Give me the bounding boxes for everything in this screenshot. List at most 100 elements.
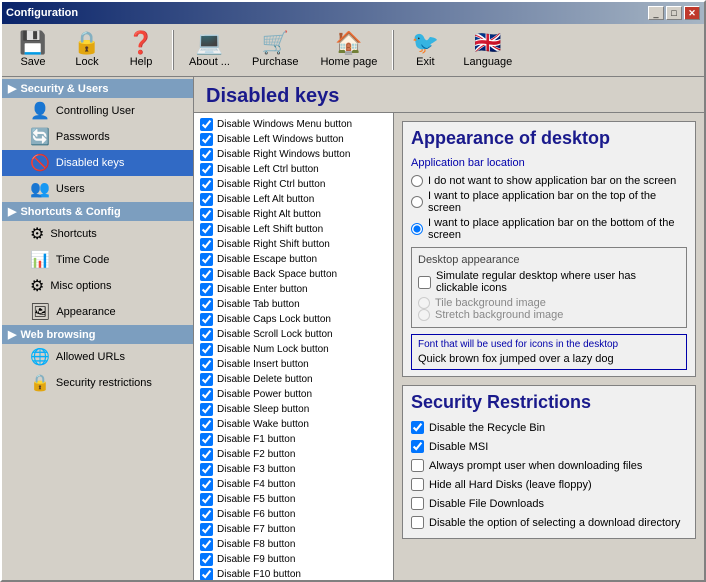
- security-checkbox-5[interactable]: [411, 516, 424, 529]
- toolbar-btn-save[interactable]: 💾Save: [8, 28, 58, 72]
- key-checkbox-6[interactable]: [200, 208, 213, 221]
- radio-label-bottom-bar: I want to place application bar on the b…: [428, 217, 687, 241]
- key-item: Disable Right Shift button: [198, 237, 389, 252]
- save-icon: 💾: [19, 32, 46, 54]
- key-item: Disable F8 button: [198, 537, 389, 552]
- sidebar-item-controlling-user[interactable]: 👤Controlling User: [2, 98, 193, 124]
- simulate-item: Simulate regular desktop where user has …: [418, 270, 680, 294]
- key-checkbox-4[interactable]: [200, 178, 213, 191]
- toolbar-btn-language[interactable]: 🇬🇧Language: [454, 28, 521, 72]
- tile-radio[interactable]: [418, 297, 430, 309]
- key-checkbox-14[interactable]: [200, 328, 213, 341]
- key-checkbox-15[interactable]: [200, 343, 213, 356]
- key-checkbox-10[interactable]: [200, 268, 213, 281]
- key-checkbox-17[interactable]: [200, 373, 213, 386]
- sidebar-item-disabled-keys[interactable]: 🚫Disabled keys: [2, 150, 193, 176]
- key-checkbox-29[interactable]: [200, 553, 213, 566]
- section-header-security-users[interactable]: ▶Security & Users: [2, 79, 193, 98]
- key-checkbox-19[interactable]: [200, 403, 213, 416]
- allowed-urls-icon: 🌐: [30, 347, 50, 367]
- toolbar-btn-about[interactable]: 💻About ...: [180, 28, 239, 72]
- users-icon: 👥: [30, 179, 50, 199]
- toolbar-btn-exit[interactable]: 🐦Exit: [400, 28, 450, 72]
- key-checkbox-12[interactable]: [200, 298, 213, 311]
- key-checkbox-26[interactable]: [200, 508, 213, 521]
- section-header-web-browsing[interactable]: ▶Web browsing: [2, 325, 193, 344]
- keys-list: Disable Windows Menu buttonDisable Left …: [194, 113, 394, 580]
- sidebar-item-misc-options[interactable]: ⚙Misc options: [2, 273, 193, 299]
- maximize-button[interactable]: □: [666, 6, 682, 20]
- close-button[interactable]: ✕: [684, 6, 700, 20]
- key-checkbox-24[interactable]: [200, 478, 213, 491]
- key-label-1: Disable Left Windows button: [217, 134, 344, 145]
- toolbar-btn-purchase[interactable]: 🛒Purchase: [243, 28, 307, 72]
- section-label-web-browsing: Web browsing: [20, 329, 95, 341]
- key-item: Disable Left Ctrl button: [198, 162, 389, 177]
- key-item: Disable F1 button: [198, 432, 389, 447]
- key-checkbox-22[interactable]: [200, 448, 213, 461]
- sidebar-item-shortcuts[interactable]: ⚙Shortcuts: [2, 221, 193, 247]
- exit-icon: 🐦: [412, 32, 439, 54]
- sidebar-item-users[interactable]: 👥Users: [2, 176, 193, 202]
- sidebar: ▶Security & Users👤Controlling User🔄Passw…: [2, 77, 194, 580]
- key-item: Disable F7 button: [198, 522, 389, 537]
- security-checkbox-2[interactable]: [411, 459, 424, 472]
- radio-bottom-bar[interactable]: [411, 223, 423, 235]
- sidebar-item-appearance[interactable]: 🖼Appearance: [2, 299, 193, 325]
- appearance-icon: 🖼: [30, 302, 50, 322]
- sidebar-item-time-code[interactable]: 📊Time Code: [2, 247, 193, 273]
- stretch-radio[interactable]: [418, 309, 430, 321]
- security-item-2: Always prompt user when downloading file…: [411, 459, 687, 472]
- key-checkbox-5[interactable]: [200, 193, 213, 206]
- sidebar-item-allowed-urls[interactable]: 🌐Allowed URLs: [2, 344, 193, 370]
- radio-no-bar[interactable]: [411, 175, 423, 187]
- key-checkbox-23[interactable]: [200, 463, 213, 476]
- key-checkbox-11[interactable]: [200, 283, 213, 296]
- key-checkbox-18[interactable]: [200, 388, 213, 401]
- key-checkbox-30[interactable]: [200, 568, 213, 580]
- radio-group: I do not want to show application bar on…: [411, 175, 687, 241]
- toolbar-btn-help[interactable]: ❓Help: [116, 28, 166, 72]
- security-checkbox-4[interactable]: [411, 497, 424, 510]
- minimize-button[interactable]: _: [648, 6, 664, 20]
- key-label-12: Disable Tab button: [217, 299, 300, 310]
- key-checkbox-27[interactable]: [200, 523, 213, 536]
- key-label-24: Disable F4 button: [217, 479, 295, 490]
- sidebar-item-security-restrictions[interactable]: 🔒Security restrictions: [2, 370, 193, 396]
- toolbar-btn-homepage[interactable]: 🏠Home page: [311, 28, 386, 72]
- key-label-3: Disable Left Ctrl button: [217, 164, 319, 175]
- title-bar: Configuration _ □ ✕: [2, 2, 704, 24]
- radio-top-bar[interactable]: [411, 196, 423, 208]
- key-checkbox-1[interactable]: [200, 133, 213, 146]
- key-checkbox-16[interactable]: [200, 358, 213, 371]
- section-header-shortcuts-config[interactable]: ▶Shortcuts & Config: [2, 202, 193, 221]
- key-checkbox-21[interactable]: [200, 433, 213, 446]
- key-label-22: Disable F2 button: [217, 449, 295, 460]
- about-label: About ...: [189, 56, 230, 68]
- security-checkbox-1[interactable]: [411, 440, 424, 453]
- key-checkbox-28[interactable]: [200, 538, 213, 551]
- key-item: Disable Right Ctrl button: [198, 177, 389, 192]
- key-checkbox-9[interactable]: [200, 253, 213, 266]
- key-label-10: Disable Back Space button: [217, 269, 337, 280]
- security-checkbox-3[interactable]: [411, 478, 424, 491]
- toolbar-separator: [172, 30, 174, 70]
- appearance-section: Appearance of desktop Application bar lo…: [402, 121, 696, 377]
- key-checkbox-0[interactable]: [200, 118, 213, 131]
- key-item: Disable Back Space button: [198, 267, 389, 282]
- key-checkbox-8[interactable]: [200, 238, 213, 251]
- simulate-checkbox[interactable]: [418, 276, 431, 289]
- key-item: Disable F2 button: [198, 447, 389, 462]
- key-checkbox-20[interactable]: [200, 418, 213, 431]
- key-checkbox-2[interactable]: [200, 148, 213, 161]
- key-label-2: Disable Right Windows button: [217, 149, 350, 160]
- key-checkbox-13[interactable]: [200, 313, 213, 326]
- security-checkbox-0[interactable]: [411, 421, 424, 434]
- key-checkbox-25[interactable]: [200, 493, 213, 506]
- toolbar-btn-lock[interactable]: 🔒Lock: [62, 28, 112, 72]
- sidebar-item-passwords[interactable]: 🔄Passwords: [2, 124, 193, 150]
- key-checkbox-3[interactable]: [200, 163, 213, 176]
- key-checkbox-7[interactable]: [200, 223, 213, 236]
- help-label: Help: [130, 56, 153, 68]
- key-item: Disable F4 button: [198, 477, 389, 492]
